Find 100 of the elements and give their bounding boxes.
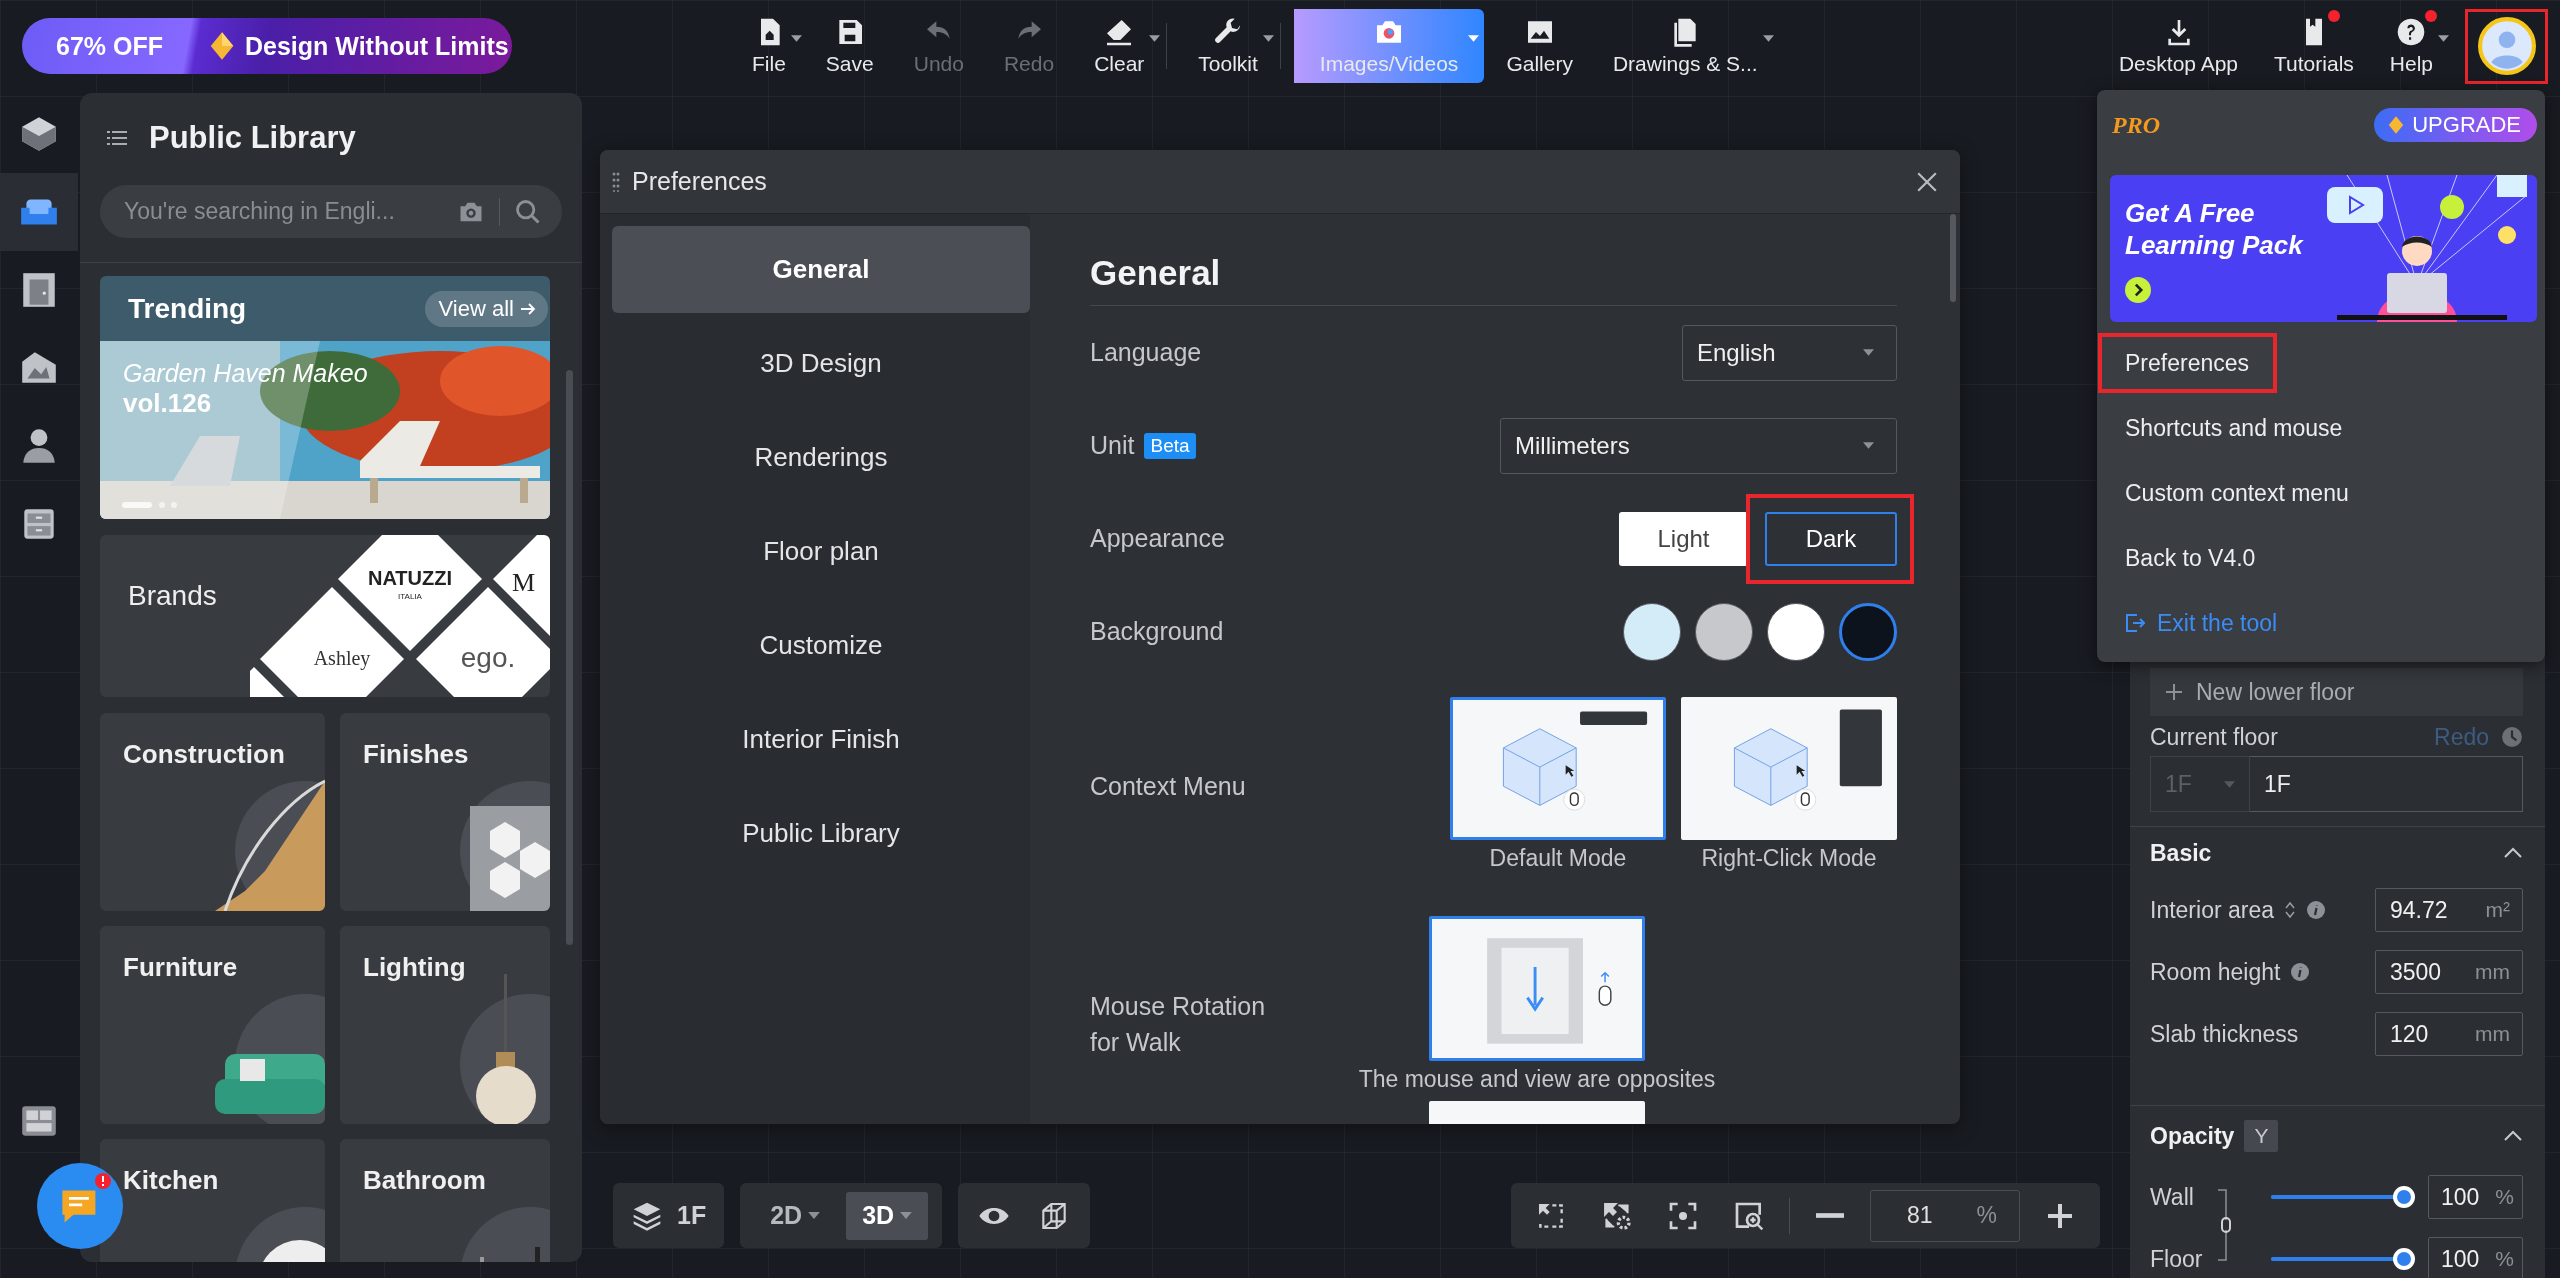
view-tab[interactable]: 3D [846,1191,929,1240]
trending-issue: vol.126 [123,388,213,419]
toolbar-button[interactable]: Gallery [1488,9,1591,83]
info-icon[interactable] [2290,962,2311,982]
drag-handle-icon[interactable] [612,171,620,192]
diamond-icon [209,31,235,61]
brand-logo: M [512,568,536,597]
view-tab[interactable]: 2D [754,1191,837,1240]
plus-icon [2164,682,2184,702]
upgrade-button[interactable]: UPGRADE [2374,108,2537,142]
number-field[interactable]: 100 % [2428,1175,2523,1219]
arrow-circle-icon[interactable] [2125,277,2151,303]
clock-icon[interactable] [2501,726,2523,748]
search-field[interactable]: You're searching in Engli... [100,185,562,238]
setting-label: Appearance [1090,524,1225,553]
view-all-link[interactable]: View all [424,290,548,327]
number-field[interactable]: 3500 mm [2375,950,2523,994]
arrow-icon [520,301,536,316]
search-icon[interactable] [514,197,542,226]
caret-icon [1863,442,1874,449]
field-label: Interior area [2150,896,2274,924]
setting-label: Unit [1090,431,1135,460]
floor-name-field[interactable]: 1F [2250,756,2523,812]
close-icon[interactable] [1916,170,1938,193]
slider-label: Floor [2150,1245,2204,1273]
menu-item[interactable]: Back to V4.0 [2098,528,2284,588]
settings-tab[interactable]: Public Library [612,790,1030,877]
setting-label: Mouse Rotation for Walk [1090,990,1267,1058]
search-input[interactable]: You're searching in Engli... [122,197,443,226]
color-swatch[interactable] [1839,602,1897,661]
section-heading: General [1090,241,1897,306]
brands-card[interactable]: Brands NATUZZI ITALIA M Ashley ego. [100,535,550,697]
appearance-option[interactable]: Dark [1765,511,1897,566]
appearance-option[interactable]: Light [1619,511,1748,566]
sort-icon[interactable] [2284,900,2296,920]
list-icon[interactable] [107,130,127,146]
toolbar-button[interactable]: Tutorials [2256,9,2372,83]
shortcut-key: Y [2244,1120,2279,1152]
settings-tab[interactable]: General [612,226,1030,313]
sidebar-tab[interactable] [0,173,78,251]
banner-title: Get A Free Learning Pack [2125,197,2305,261]
brand-logo: Ashley [313,647,371,669]
new-floor-button[interactable]: New lower floor [2150,668,2523,716]
zoom-field[interactable]: 81 % [1870,1189,2020,1242]
caret-icon [790,35,802,42]
scrollbar[interactable] [566,370,573,945]
settings-tab[interactable]: Renderings [612,414,1030,501]
settings-tab[interactable]: Floor plan [612,508,1030,595]
menu-item[interactable]: Shortcuts and mouse [2098,398,2371,458]
toolbar-button[interactable]: File [734,9,804,83]
category-card[interactable]: Construction [100,713,325,911]
scrollbar[interactable] [1950,214,1956,302]
chevron-icon[interactable] [2503,1130,2523,1142]
caret-icon [2224,780,2235,788]
caret-icon [1863,349,1874,356]
learning-pack-banner[interactable]: Get A Free Learning Pack [2110,175,2537,322]
slider-handle[interactable] [2393,1248,2415,1270]
settings-tab[interactable]: Interior Finish [612,696,1030,783]
chevron-icon[interactable] [2503,847,2523,859]
section-title: Opacity [2150,1122,2235,1150]
category-card[interactable]: Furniture [100,926,325,1124]
card-title: Trending [128,292,247,325]
beta-badge: Beta [1144,432,1196,459]
caret-icon [1762,35,1774,42]
language-select[interactable]: English [1682,324,1897,381]
number-field[interactable]: 100 % [2428,1237,2523,1278]
number-field[interactable]: 94.72 m² [2375,888,2523,932]
toolbar-button[interactable]: Clear [1076,9,1163,83]
caret-icon [2438,35,2449,42]
panel-title: Public Library [149,120,356,156]
settings-tab[interactable]: Customize [612,602,1030,689]
toolbar-button[interactable]: Drawings & S... [1594,9,1776,83]
caret-icon [1468,35,1480,42]
unit-select[interactable]: Millimeters [1500,417,1897,474]
settings-tab[interactable]: 3D Design [612,320,1030,407]
mode-thumbnail[interactable] [1429,1101,1645,1124]
category-card[interactable]: Finishes [340,713,550,911]
info-icon[interactable] [2306,900,2326,920]
card-title: Brands [128,580,217,612]
toolbar-button[interactable]: Save [807,9,892,83]
field-label: Current floor [2150,723,2278,751]
field-label: Room height [2150,958,2281,986]
menu-item[interactable]: Custom context menu [2098,463,2377,523]
category-card[interactable]: Lighting [340,926,550,1124]
card-title: Lighting [363,952,466,982]
category-card[interactable]: Kitchen [100,1139,325,1262]
menu-item[interactable]: Preferences [2098,333,2277,393]
category-card[interactable]: Bathroom [340,1139,550,1262]
option-label: The mouse and view are opposites [1358,1065,1716,1094]
slider-handle[interactable] [2393,1186,2415,1208]
field-label: Slab thickness [2150,1020,2299,1048]
setting-label: Language [1090,338,1202,367]
toolbar-button[interactable]: Help [2371,9,2451,83]
card-title: Kitchen [123,1165,219,1195]
brand-logo: NATUZZI [367,567,453,589]
caret-icon [1262,35,1274,42]
account-button[interactable] [2465,8,2548,84]
number-field[interactable]: 120 mm [2375,1012,2523,1056]
promo-banner[interactable]: 67% OFF Design Without Limits [22,18,512,74]
toolbar-button[interactable]: Desktop App [2100,9,2257,83]
